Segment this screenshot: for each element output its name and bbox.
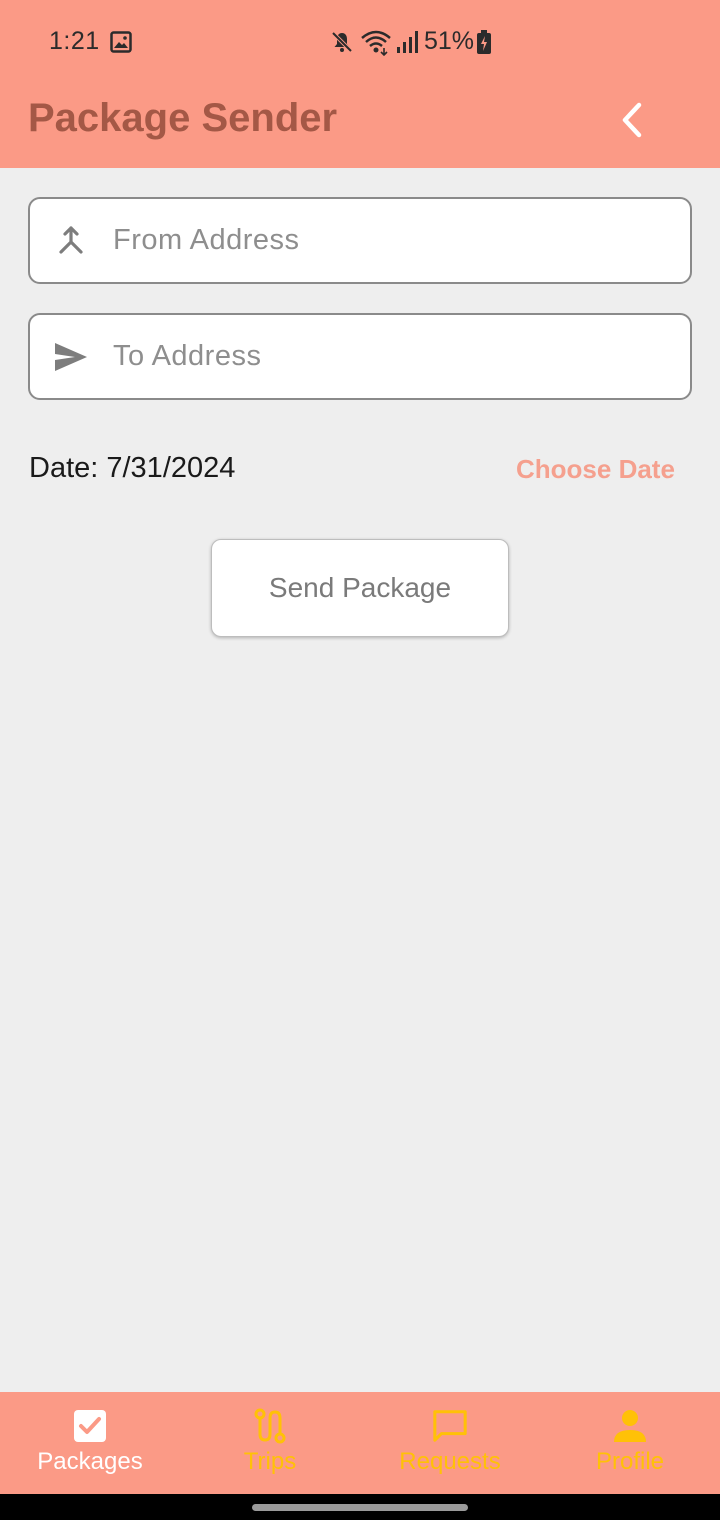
nav-item-profile[interactable]: Profile xyxy=(540,1392,720,1494)
gallery-icon xyxy=(110,31,132,53)
battery-percent: 51% xyxy=(424,27,475,55)
to-address-field[interactable] xyxy=(28,313,692,400)
from-address-field[interactable] xyxy=(28,197,692,284)
wifi-icon xyxy=(361,30,391,56)
status-time: 1:21 xyxy=(49,27,100,55)
mute-icon xyxy=(331,31,353,53)
bottom-nav: Packages Trips Requests Profile xyxy=(0,1392,720,1494)
nav-label-requests: Requests xyxy=(399,1448,501,1475)
send-package-button[interactable]: Send Package xyxy=(211,539,509,637)
back-button[interactable] xyxy=(606,94,658,146)
nav-label-packages: Packages xyxy=(37,1448,143,1475)
app-header: 1:21 51% Package Sender xyxy=(0,0,720,168)
choose-date-button[interactable]: Choose Date xyxy=(516,454,675,485)
home-indicator[interactable] xyxy=(252,1504,468,1511)
system-nav-bar xyxy=(0,1494,720,1520)
nav-label-profile: Profile xyxy=(595,1448,665,1475)
route-icon xyxy=(252,1408,288,1444)
chevron-left-icon xyxy=(622,102,642,138)
checkbox-icon xyxy=(72,1408,108,1444)
date-label: Date: 7/31/2024 xyxy=(29,452,236,484)
person-icon xyxy=(612,1408,648,1444)
status-bar: 1:21 51% xyxy=(0,0,720,84)
signal-icon xyxy=(397,31,418,53)
nav-label-trips: Trips xyxy=(243,1448,297,1475)
battery-icon xyxy=(477,30,491,54)
nav-item-packages[interactable]: Packages xyxy=(0,1392,180,1494)
to-address-input[interactable] xyxy=(113,315,673,398)
message-icon xyxy=(432,1408,468,1444)
from-address-input[interactable] xyxy=(113,199,673,282)
nav-item-requests[interactable]: Requests xyxy=(360,1392,540,1494)
page-title: Package Sender xyxy=(28,96,338,140)
merge-icon xyxy=(52,222,90,260)
nav-item-trips[interactable]: Trips xyxy=(180,1392,360,1494)
send-icon xyxy=(52,338,90,376)
